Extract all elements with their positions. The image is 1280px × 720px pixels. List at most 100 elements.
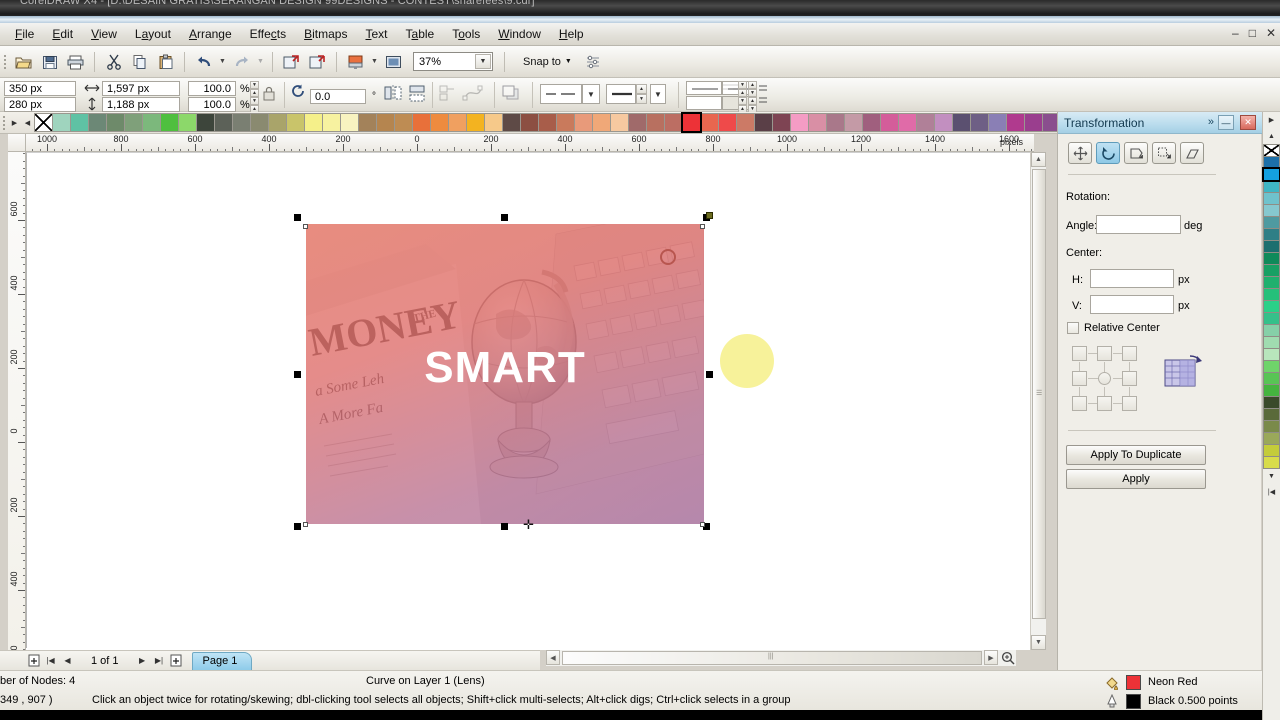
palette-swatch[interactable] xyxy=(178,112,197,132)
palette-swatch[interactable] xyxy=(790,112,809,132)
outline-width-combo[interactable] xyxy=(606,84,636,104)
print-icon[interactable] xyxy=(63,50,88,74)
undo-dropdown-icon[interactable]: ▼ xyxy=(217,50,228,74)
vpalette-down-arrow-icon[interactable]: ▼ xyxy=(1263,468,1280,484)
chevron-down-icon[interactable]: ▼ xyxy=(475,54,491,69)
close-icon[interactable]: ✕ xyxy=(1266,26,1276,40)
palette-swatch[interactable] xyxy=(556,112,575,132)
tab-rotate[interactable] xyxy=(1096,142,1120,164)
palette-swatch[interactable] xyxy=(538,112,557,132)
tab-skew[interactable] xyxy=(1180,142,1204,164)
palette-scroll-left-icon[interactable]: ◀ xyxy=(21,115,34,131)
palette-swatch[interactable] xyxy=(970,112,989,132)
center-h-input[interactable] xyxy=(1090,269,1174,288)
palette-swatch[interactable] xyxy=(646,112,665,132)
palette-swatch[interactable] xyxy=(681,111,702,133)
palette-swatch[interactable] xyxy=(268,112,287,132)
palette-swatch[interactable] xyxy=(466,112,485,132)
vpalette-swatch-list[interactable] xyxy=(1262,144,1280,469)
zoom-level-combo[interactable]: 37% ▼ xyxy=(413,52,493,71)
node-anchor-top-left[interactable] xyxy=(303,224,308,229)
tab-scale-mirror[interactable] xyxy=(1124,142,1148,164)
palette-swatch[interactable] xyxy=(52,112,71,132)
vswatch-none[interactable] xyxy=(1263,144,1280,157)
tab-size[interactable] xyxy=(1152,142,1176,164)
palette-swatch[interactable] xyxy=(412,112,431,132)
scale-y-stepper[interactable]: ▼ ▲ xyxy=(250,97,259,113)
menu-bitmaps[interactable]: Bitmaps xyxy=(295,24,356,44)
scale-x-stepper[interactable]: ▼ ▲ xyxy=(250,81,259,97)
menu-view[interactable]: View xyxy=(82,24,126,44)
anchor-top-right[interactable] xyxy=(1122,346,1137,361)
palette-swatch[interactable] xyxy=(124,112,143,132)
palette-swatch[interactable] xyxy=(898,112,917,132)
corel-connect-icon[interactable] xyxy=(381,50,406,74)
canvas-horizontal-scrollbar[interactable]: ◀ ||| ▶ xyxy=(546,650,1016,666)
paste-icon[interactable] xyxy=(153,50,178,74)
tab-position[interactable] xyxy=(1068,142,1092,164)
palette-swatch[interactable] xyxy=(1024,112,1043,132)
selection-handle-middle-right[interactable] xyxy=(706,371,713,378)
docker-close-icon[interactable]: ✕ xyxy=(1240,115,1256,130)
outline-width-dropdown[interactable]: ▼ xyxy=(650,84,666,104)
scroll-up-icon[interactable]: ▲ xyxy=(1031,152,1046,167)
selection-handle-bottom-left[interactable] xyxy=(294,523,301,530)
palette-swatch-list[interactable] xyxy=(34,111,1115,133)
vpalette-swatch[interactable] xyxy=(1262,167,1280,182)
node-anchor-bottom-right[interactable] xyxy=(700,522,705,527)
yellow-circle-lens[interactable] xyxy=(720,334,774,388)
next-page-button[interactable]: ▶ xyxy=(135,653,150,668)
object-x-field[interactable]: 350 px xyxy=(4,81,76,96)
outline-width-stepper[interactable]: ▲ ▼ xyxy=(636,84,647,104)
redo-icon[interactable] xyxy=(229,50,254,74)
outline-style-combo[interactable] xyxy=(540,84,582,104)
palette-swatch[interactable] xyxy=(106,112,125,132)
outline-color-swatch[interactable] xyxy=(1126,694,1141,709)
color-palette-vertical[interactable]: ▶ ▲ ▼ |◀ xyxy=(1262,112,1280,720)
palette-swatch[interactable] xyxy=(754,112,773,132)
palette-swatch[interactable] xyxy=(376,112,395,132)
palette-swatch[interactable] xyxy=(196,112,215,132)
docker-minimize-icon[interactable]: — xyxy=(1218,115,1234,130)
palette-swatch[interactable] xyxy=(484,112,503,132)
horizontal-ruler[interactable]: 1400 1200 1000 800 600 400 200 0 200 400 600 800 100… xyxy=(26,134,1034,152)
palette-swatch[interactable] xyxy=(592,112,611,132)
palette-scroll-right-icon[interactable]: ▶ xyxy=(8,115,21,131)
anchor-middle-right[interactable] xyxy=(1122,371,1137,386)
palette-grip[interactable] xyxy=(0,113,8,133)
arrow-stepper-bottom2[interactable]: ▲ ▼ xyxy=(748,97,757,113)
palette-swatch[interactable] xyxy=(214,112,233,132)
selection-handle-top-left[interactable] xyxy=(294,214,301,221)
palette-swatch[interactable] xyxy=(304,112,323,132)
palette-swatch[interactable] xyxy=(700,112,719,132)
apply-button[interactable]: Apply xyxy=(1066,469,1206,489)
palette-swatch[interactable] xyxy=(808,112,827,132)
anchor-bottom-left[interactable] xyxy=(1072,396,1087,411)
open-icon[interactable] xyxy=(11,50,36,74)
selection-handle-top-center[interactable] xyxy=(501,214,508,221)
maximize-icon[interactable]: □ xyxy=(1249,26,1256,40)
palette-swatch[interactable] xyxy=(232,112,251,132)
docker-title-bar[interactable]: Transformation » — ✕ xyxy=(1058,112,1262,134)
vpalette-scroll-up-icon[interactable]: ▶ xyxy=(1263,112,1280,128)
redo-dropdown-icon[interactable]: ▼ xyxy=(255,50,266,74)
palette-swatch[interactable] xyxy=(826,112,845,132)
artwork-image[interactable]: MONEY a Some Leh A More Fa THE xyxy=(306,224,704,524)
palette-swatch[interactable] xyxy=(70,112,89,132)
copy-icon[interactable] xyxy=(127,50,152,74)
palette-swatch[interactable] xyxy=(916,112,935,132)
palette-swatch[interactable] xyxy=(610,112,629,132)
canvas-vertical-scrollbar[interactable]: ▲ ☰ ▼ xyxy=(1030,152,1046,650)
previous-page-button[interactable]: ◀ xyxy=(60,653,75,668)
cut-icon[interactable] xyxy=(101,50,126,74)
palette-swatch[interactable] xyxy=(502,112,521,132)
anchor-bottom-right[interactable] xyxy=(1122,396,1137,411)
anchor-center[interactable] xyxy=(1098,372,1111,385)
drawing-canvas[interactable]: MONEY a Some Leh A More Fa THE xyxy=(26,152,1034,650)
palette-swatch[interactable] xyxy=(952,112,971,132)
double-chevron-icon[interactable]: » xyxy=(1208,116,1214,128)
selection-handle-middle-left[interactable] xyxy=(294,371,301,378)
menu-text[interactable]: Text xyxy=(356,24,396,44)
vpalette-first-icon[interactable]: |◀ xyxy=(1263,484,1280,500)
toolbar-grip[interactable] xyxy=(4,54,6,69)
